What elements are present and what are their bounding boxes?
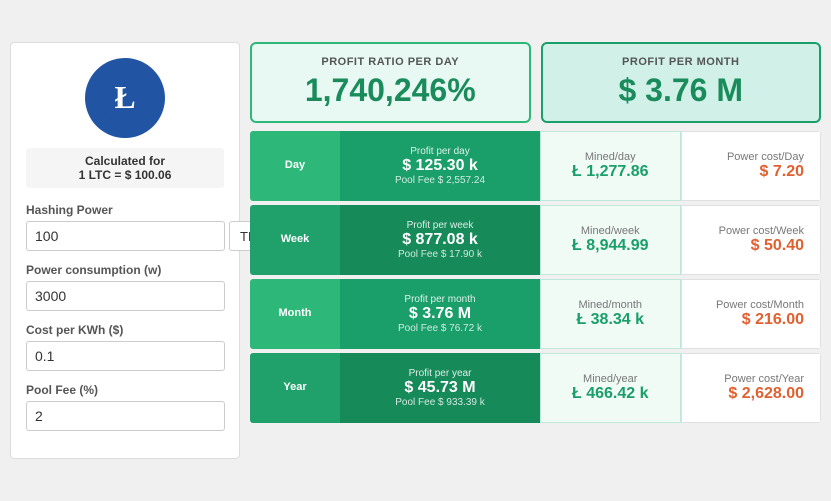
- cost-per-kwh-label: Cost per KWh ($): [26, 323, 224, 337]
- row-pool-fee: Pool Fee $ 17.90 k: [398, 249, 482, 260]
- row-profit-label: Profit per day: [410, 146, 469, 157]
- calc-for-section: Calculated for 1 LTC = $ 100.06: [26, 148, 224, 188]
- row-profit-value: $ 877.08 k: [402, 231, 478, 249]
- row-mined-label: Mined/month: [578, 299, 642, 311]
- profit-month-label: PROFIT PER MONTH: [559, 56, 804, 68]
- left-panel: Ł Calculated for 1 LTC = $ 100.06 Hashin…: [10, 42, 240, 459]
- data-table: Day Profit per day $ 125.30 k Pool Fee $…: [250, 131, 821, 423]
- profit-ratio-label: PROFIT RATIO PER DAY: [268, 56, 513, 68]
- row-mined-value: Ł 38.34 k: [576, 311, 644, 329]
- row-profit-cell: Profit per year $ 45.73 M Pool Fee $ 933…: [340, 353, 540, 423]
- row-power-cost-cell: Power cost/Year $ 2,628.00: [681, 353, 822, 423]
- row-mined-value: Ł 1,277.86: [572, 163, 649, 181]
- hashing-power-label: Hashing Power: [26, 203, 224, 217]
- row-profit-label: Profit per year: [409, 368, 472, 379]
- hashing-power-input[interactable]: [26, 221, 225, 251]
- row-period: Month: [279, 307, 312, 319]
- row-power-label: Power cost/Day: [727, 151, 804, 163]
- power-consumption-group: Power consumption (w): [26, 263, 224, 311]
- row-power-value: $ 7.20: [760, 163, 804, 181]
- row-power-cost-cell: Power cost/Month $ 216.00: [681, 279, 822, 349]
- main-container: Ł Calculated for 1 LTC = $ 100.06 Hashin…: [0, 32, 831, 469]
- table-row: Month Profit per month $ 3.76 M Pool Fee…: [250, 279, 821, 349]
- row-mined-cell: Mined/year Ł 466.42 k: [540, 353, 681, 423]
- table-row: Week Profit per week $ 877.08 k Pool Fee…: [250, 205, 821, 275]
- row-power-label: Power cost/Week: [719, 225, 804, 237]
- right-panel: PROFIT RATIO PER DAY 1,740,246% PROFIT P…: [250, 42, 821, 459]
- calc-label: Calculated for: [32, 154, 218, 168]
- row-power-value: $ 2,628.00: [728, 385, 804, 403]
- row-mined-cell: Mined/day Ł 1,277.86: [540, 131, 681, 201]
- row-period-cell: Week: [250, 205, 340, 275]
- row-profit-label: Profit per month: [404, 294, 475, 305]
- row-pool-fee: Pool Fee $ 2,557.24: [395, 175, 485, 186]
- top-stats: PROFIT RATIO PER DAY 1,740,246% PROFIT P…: [250, 42, 821, 123]
- profit-ratio-card: PROFIT RATIO PER DAY 1,740,246%: [250, 42, 531, 123]
- row-profit-value: $ 3.76 M: [409, 305, 471, 323]
- row-mined-label: Mined/week: [581, 225, 640, 237]
- svg-text:Ł: Ł: [114, 80, 135, 115]
- profit-month-card: PROFIT PER MONTH $ 3.76 M: [541, 42, 822, 123]
- row-mined-label: Mined/year: [583, 373, 637, 385]
- row-mined-value: Ł 8,944.99: [572, 237, 649, 255]
- hashing-power-group: Hashing Power KH/s MH/s GH/s TH/s PH/s: [26, 203, 224, 251]
- table-row: Day Profit per day $ 125.30 k Pool Fee $…: [250, 131, 821, 201]
- power-consumption-label: Power consumption (w): [26, 263, 224, 277]
- row-power-label: Power cost/Month: [716, 299, 804, 311]
- row-profit-value: $ 125.30 k: [402, 157, 478, 175]
- row-period: Day: [285, 159, 305, 171]
- pool-fee-input[interactable]: [26, 401, 225, 431]
- calc-value: 1 LTC = $ 100.06: [32, 168, 218, 182]
- row-period: Week: [281, 233, 310, 245]
- row-period-cell: Year: [250, 353, 340, 423]
- row-mined-label: Mined/day: [585, 151, 636, 163]
- pool-fee-label: Pool Fee (%): [26, 383, 224, 397]
- row-profit-label: Profit per week: [407, 220, 474, 231]
- row-power-cost-cell: Power cost/Day $ 7.20: [681, 131, 822, 201]
- row-period: Year: [283, 381, 306, 393]
- ltc-logo: Ł: [85, 58, 165, 138]
- row-period-cell: Day: [250, 131, 340, 201]
- profit-ratio-value: 1,740,246%: [268, 72, 513, 109]
- row-profit-value: $ 45.73 M: [404, 379, 475, 397]
- row-pool-fee: Pool Fee $ 933.39 k: [395, 397, 485, 408]
- row-profit-cell: Profit per month $ 3.76 M Pool Fee $ 76.…: [340, 279, 540, 349]
- row-profit-cell: Profit per week $ 877.08 k Pool Fee $ 17…: [340, 205, 540, 275]
- cost-per-kwh-input[interactable]: [26, 341, 225, 371]
- row-pool-fee: Pool Fee $ 76.72 k: [398, 323, 482, 334]
- table-row: Year Profit per year $ 45.73 M Pool Fee …: [250, 353, 821, 423]
- row-power-value: $ 50.40: [751, 237, 804, 255]
- power-consumption-input[interactable]: [26, 281, 225, 311]
- row-power-label: Power cost/Year: [724, 373, 804, 385]
- cost-per-kwh-group: Cost per KWh ($): [26, 323, 224, 371]
- pool-fee-group: Pool Fee (%): [26, 383, 224, 431]
- row-period-cell: Month: [250, 279, 340, 349]
- row-mined-value: Ł 466.42 k: [572, 385, 649, 403]
- row-mined-cell: Mined/week Ł 8,944.99: [540, 205, 681, 275]
- row-power-value: $ 216.00: [742, 311, 804, 329]
- row-mined-cell: Mined/month Ł 38.34 k: [540, 279, 681, 349]
- row-power-cost-cell: Power cost/Week $ 50.40: [681, 205, 822, 275]
- row-profit-cell: Profit per day $ 125.30 k Pool Fee $ 2,5…: [340, 131, 540, 201]
- profit-month-value: $ 3.76 M: [559, 72, 804, 109]
